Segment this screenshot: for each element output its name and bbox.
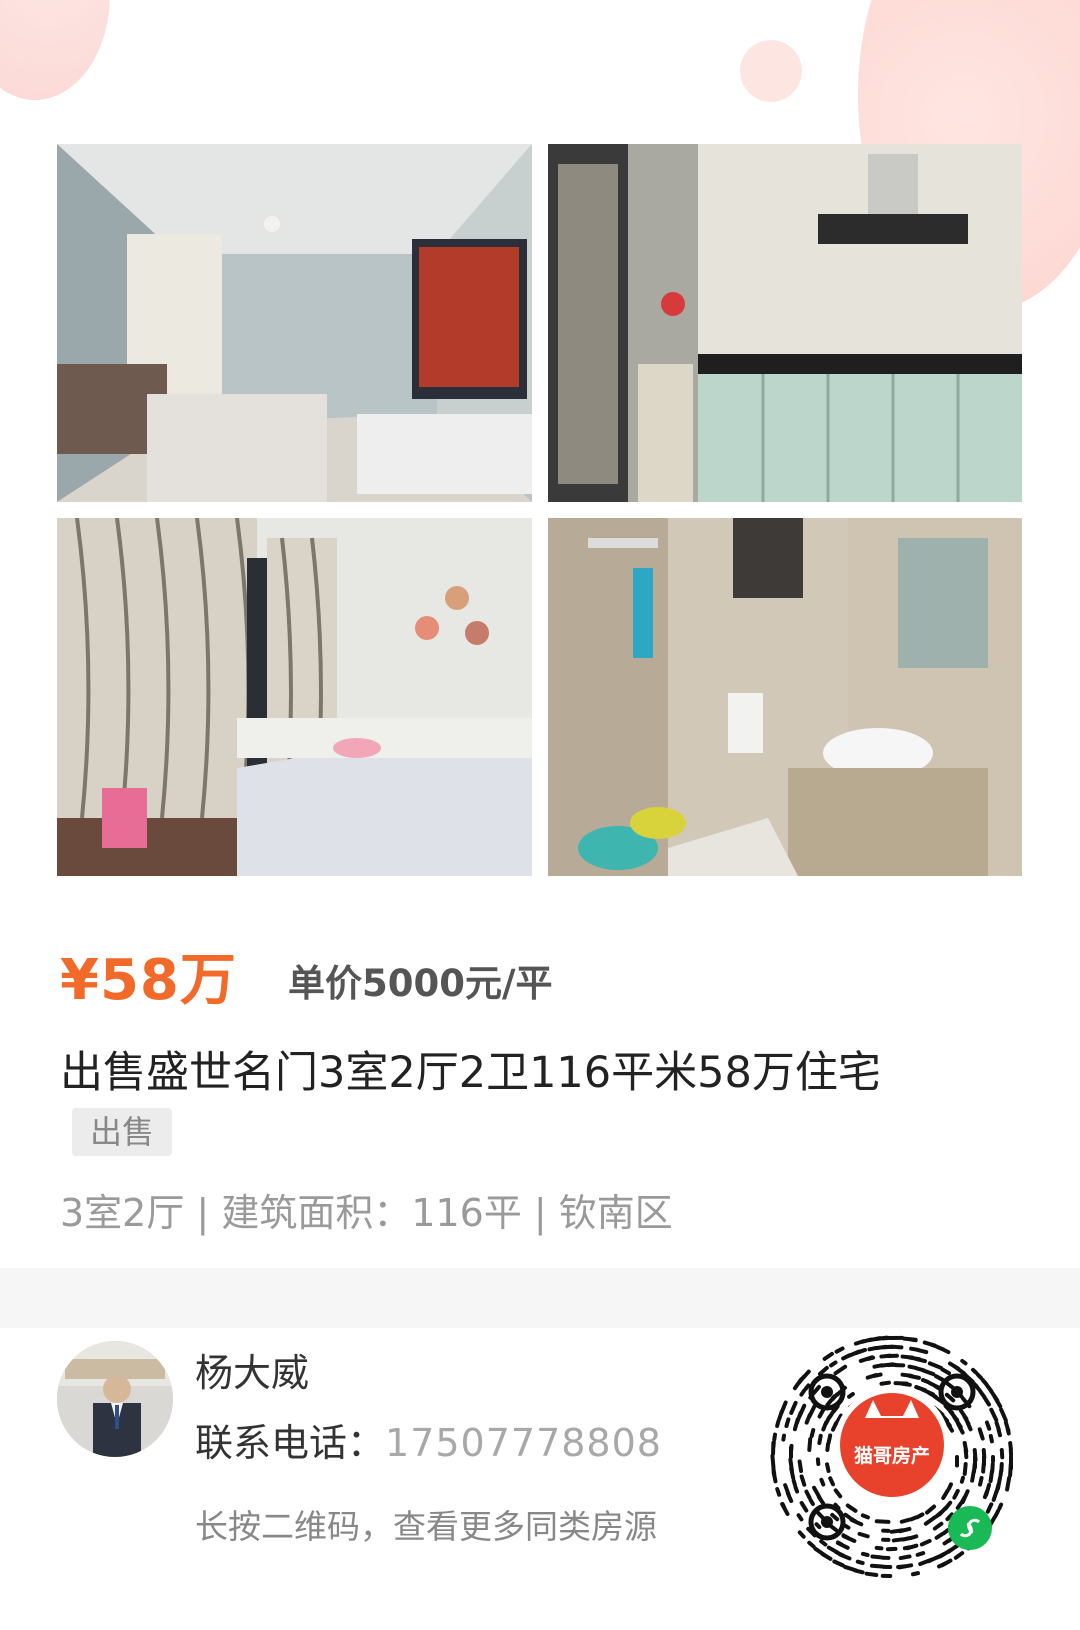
phone-number[interactable]: 17507778808 bbox=[385, 1421, 662, 1465]
status-badge: 出售 bbox=[72, 1108, 172, 1156]
listing-meta: 3室2厅 | 建筑面积：116平 | 钦南区 bbox=[60, 1191, 673, 1235]
bathroom-photo[interactable] bbox=[548, 518, 1022, 876]
agent-name: 杨大威 bbox=[195, 1351, 310, 1395]
qr-hint: 长按二维码，查看更多同类房源 bbox=[195, 1507, 657, 1546]
phone-label: 联系电话： bbox=[195, 1421, 386, 1465]
kitchen-photo[interactable] bbox=[548, 144, 1022, 502]
living-room-photo[interactable] bbox=[57, 144, 532, 502]
avatar[interactable] bbox=[57, 1341, 173, 1457]
bedroom-photo[interactable] bbox=[57, 518, 532, 876]
agent-phone[interactable]: 联系电话：17507778808 bbox=[195, 1412, 662, 1467]
qr-code[interactable]: 猫哥房产 bbox=[765, 1330, 1020, 1585]
price: ¥58万 bbox=[60, 948, 237, 1013]
listing-title: 出售盛世名门3室2厅2卫116平米58万住宅 bbox=[60, 1048, 881, 1098]
section-divider bbox=[0, 1268, 1080, 1328]
decor-circle bbox=[740, 40, 802, 102]
qr-brand-text: 猫哥房产 bbox=[854, 1444, 930, 1467]
decor-circle bbox=[0, 0, 110, 100]
unit-price: 单价5000元/平 bbox=[288, 962, 553, 1005]
